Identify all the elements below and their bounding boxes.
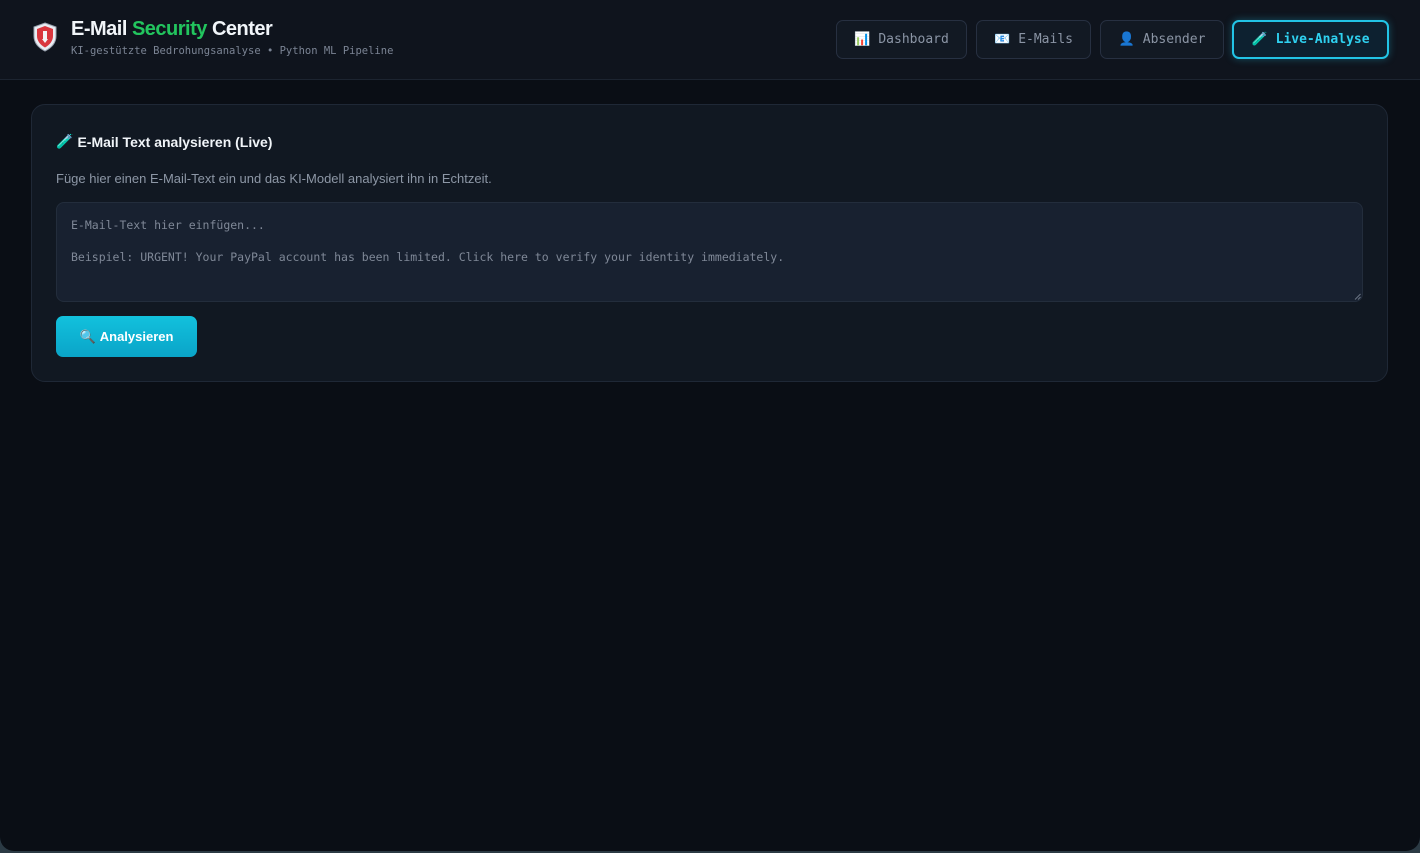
envelope-icon: 📧 <box>994 32 1011 47</box>
nav-live-analyse-label: Live-Analyse <box>1275 32 1370 47</box>
app-subtitle: KI-gestützte Bedrohungsanalyse • Python … <box>71 45 394 57</box>
nav-emails-button[interactable]: 📧 E-Mails <box>976 20 1091 59</box>
app-title-part1: E-Mail <box>71 18 132 40</box>
nav-emails-label: E-Mails <box>1018 32 1073 47</box>
bar-chart-icon: 📊 <box>854 32 871 47</box>
top-bar: E-Mail Security Center KI-gestützte Bedr… <box>0 0 1420 80</box>
app-window: E-Mail Security Center KI-gestützte Bedr… <box>0 0 1420 851</box>
analyze-button[interactable]: 🔍 Analysieren <box>56 316 197 357</box>
panel-description: Füge hier einen E-Mail-Text ein und das … <box>56 171 492 186</box>
nav-dashboard-label: Dashboard <box>878 32 949 47</box>
nav-absender-label: Absender <box>1142 32 1206 47</box>
nav-absender-button[interactable]: 👤 Absender <box>1100 20 1224 59</box>
shield-logo-icon <box>33 22 57 52</box>
user-icon: 👤 <box>1118 32 1135 47</box>
live-analysis-panel: 🧪 E-Mail Text analysieren (Live) Füge hi… <box>31 104 1388 382</box>
app-title: E-Mail Security Center <box>71 18 273 41</box>
app-title-accent: Security <box>131 18 207 40</box>
test-tube-icon: 🧪 <box>56 133 74 149</box>
email-text-input[interactable] <box>56 202 1363 302</box>
resize-grip-icon[interactable] <box>1354 293 1361 300</box>
analyze-button-label: Analysieren <box>99 329 174 344</box>
panel-title-text: E-Mail Text analysieren (Live) <box>77 133 273 150</box>
test-tube-icon: 🧪 <box>1251 32 1268 47</box>
nav-dashboard-button[interactable]: 📊 Dashboard <box>836 20 967 59</box>
panel-title: 🧪 E-Mail Text analysieren (Live) <box>56 133 272 150</box>
app-title-part3: Center <box>206 18 273 40</box>
magnifier-icon: 🔍 <box>79 328 96 344</box>
nav-live-analyse-button[interactable]: 🧪 Live-Analyse <box>1232 20 1389 59</box>
